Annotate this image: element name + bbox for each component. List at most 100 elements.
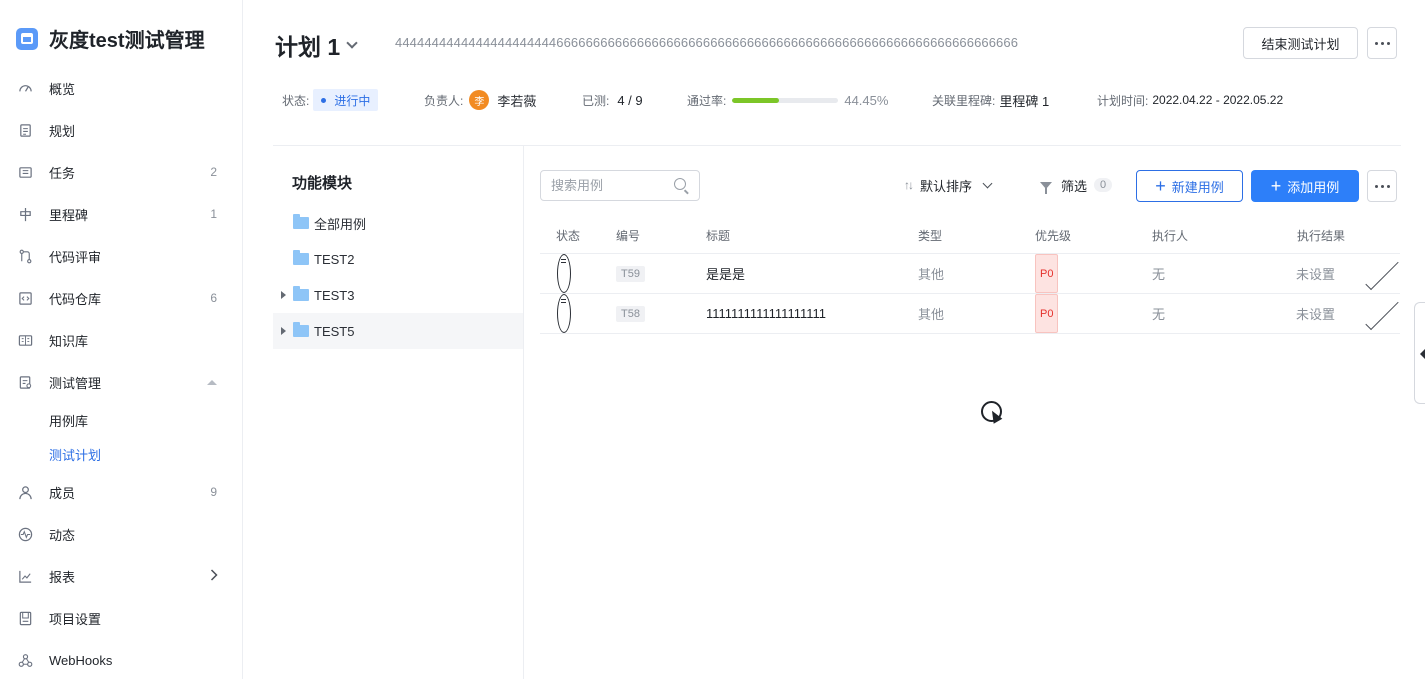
module-item-test2[interactable]: TEST2 bbox=[273, 241, 523, 277]
sidebar-item-members[interactable]: 成员 9 bbox=[0, 471, 242, 513]
sidebar-item-activity[interactable]: 动态 bbox=[0, 513, 242, 555]
side-panel-toggle[interactable] bbox=[1414, 302, 1425, 404]
column-header-title: 标题 bbox=[706, 229, 731, 243]
folder-icon bbox=[293, 322, 309, 337]
project-icon bbox=[16, 27, 38, 50]
filter-button[interactable]: 筛选 0 bbox=[1040, 175, 1113, 195]
tested-field: 已测: 4 / 9 bbox=[582, 89, 643, 111]
sidebar-item-count: 1 bbox=[210, 207, 217, 221]
tested-value: 4 / 9 bbox=[617, 92, 643, 108]
sidebar-item-label: 测试管理 bbox=[49, 375, 102, 391]
chevron-down-icon[interactable] bbox=[1365, 296, 1399, 331]
module-label: TEST5 bbox=[314, 323, 355, 339]
status-badge[interactable]: 进行中 bbox=[313, 89, 379, 111]
case-type: 其他 bbox=[918, 307, 945, 322]
priority-badge: P0 bbox=[1035, 294, 1059, 333]
sidebar-item-label: 代码仓库 bbox=[49, 291, 102, 307]
case-id-tag: T59 bbox=[616, 265, 645, 282]
new-case-button[interactable]: + 新建用例 bbox=[1136, 170, 1243, 202]
sidebar-item-label: 项目设置 bbox=[49, 611, 102, 627]
code-review-icon bbox=[18, 249, 33, 264]
sidebar-item-milestone[interactable]: 里程碑 1 bbox=[0, 193, 242, 235]
sidebar-item-overview[interactable]: 概览 bbox=[0, 67, 242, 109]
caret-right-icon[interactable] bbox=[281, 327, 286, 335]
pass-rate-progress-bar bbox=[732, 97, 839, 103]
caret-right-icon[interactable] bbox=[281, 291, 286, 299]
module-item-all[interactable]: 全部用例 bbox=[273, 205, 523, 241]
more-options-button[interactable] bbox=[1367, 27, 1397, 59]
chevron-up-icon[interactable] bbox=[207, 379, 217, 385]
sidebar-item-code-review[interactable]: 代码评审 bbox=[0, 235, 242, 277]
sidebar-item-count: 2 bbox=[210, 165, 217, 179]
table-header: 状态 编号 标题 类型 优先级 执行人 执行结果 bbox=[540, 218, 1400, 254]
more-icon bbox=[1374, 184, 1390, 188]
column-header-priority: 优先级 bbox=[1035, 229, 1072, 243]
sidebar-item-label: 代码评审 bbox=[49, 249, 102, 265]
activity-icon bbox=[18, 527, 33, 542]
folder-icon bbox=[293, 250, 309, 265]
plan-title: 计划 1 bbox=[275, 34, 341, 60]
sidebar-subitem-test-plan[interactable]: 测试计划 bbox=[0, 437, 242, 471]
chevron-down-icon[interactable] bbox=[1365, 256, 1399, 291]
case-result[interactable]: 未设置 bbox=[1296, 254, 1335, 293]
sidebar-item-reports[interactable]: 报表 bbox=[0, 555, 242, 597]
owner-name[interactable]: 李若薇 bbox=[497, 91, 536, 110]
sidebar-item-label: 知识库 bbox=[49, 333, 89, 349]
column-header-status: 状态 bbox=[556, 229, 581, 243]
plan-time-value: 2022.04.22 - 2022.05.22 bbox=[1152, 93, 1284, 107]
chevron-right-icon[interactable] bbox=[210, 568, 218, 584]
filter-icon bbox=[1040, 181, 1052, 194]
folder-icon bbox=[293, 286, 309, 301]
case-type: 其他 bbox=[918, 267, 945, 282]
case-title[interactable]: 1111111111111111111 bbox=[706, 294, 826, 333]
chevron-down-icon bbox=[982, 178, 993, 188]
table-row[interactable]: T59 是是是 其他 P0 无 未设置 bbox=[540, 254, 1400, 294]
pass-rate-label: 通过率: bbox=[687, 93, 727, 108]
dashboard-icon bbox=[18, 81, 33, 96]
case-assignee[interactable]: 无 bbox=[1152, 294, 1165, 333]
test-icon bbox=[18, 375, 33, 390]
column-header-type: 类型 bbox=[918, 229, 943, 243]
table-row[interactable]: T58 1111111111111111111 其他 P0 无 未设置 bbox=[540, 294, 1400, 334]
sidebar-item-label: 任务 bbox=[49, 165, 76, 181]
case-id-tag: T58 bbox=[616, 305, 645, 322]
sort-dropdown[interactable]: ↑↓ 默认排序 bbox=[904, 175, 993, 195]
table-more-button[interactable] bbox=[1367, 170, 1397, 202]
webhooks-icon bbox=[18, 653, 33, 668]
case-assignee[interactable]: 无 bbox=[1152, 254, 1165, 293]
pass-rate-progress-fill bbox=[732, 97, 780, 103]
plan-title-dropdown[interactable]: 计划 1 bbox=[275, 28, 358, 62]
status-icon[interactable] bbox=[557, 294, 571, 333]
owner-label: 负责人: bbox=[424, 93, 464, 108]
plus-icon: + bbox=[1155, 176, 1166, 196]
end-test-plan-button[interactable]: 结束测试计划 bbox=[1243, 27, 1358, 59]
module-item-test5[interactable]: TEST5 bbox=[273, 313, 523, 349]
plan-icon bbox=[18, 123, 33, 138]
case-result[interactable]: 未设置 bbox=[1296, 294, 1335, 333]
task-icon bbox=[18, 165, 33, 180]
sidebar-item-project-settings[interactable]: 项目设置 bbox=[0, 597, 242, 639]
status-icon[interactable] bbox=[557, 254, 571, 293]
sidebar-item-tasks[interactable]: 任务 2 bbox=[0, 151, 242, 193]
priority-badge: P0 bbox=[1035, 254, 1059, 293]
sidebar-item-label: 动态 bbox=[49, 527, 76, 543]
status-value: 进行中 bbox=[334, 93, 371, 108]
case-title[interactable]: 是是是 bbox=[706, 254, 745, 293]
sidebar-nav: 概览 规划 任务 2 里程碑 1 代码评审 代码仓库 6 知识库 测试管理 用例… bbox=[0, 67, 242, 679]
sidebar-item-label: 概览 bbox=[49, 81, 76, 97]
search-icon[interactable] bbox=[674, 178, 686, 190]
report-icon bbox=[18, 569, 33, 584]
sidebar-item-label: WebHooks bbox=[49, 652, 113, 668]
sidebar-subitem-case-library[interactable]: 用例库 bbox=[0, 403, 242, 437]
milestone-value[interactable]: 里程碑 1 bbox=[999, 91, 1049, 110]
sidebar-item-plan[interactable]: 规划 bbox=[0, 109, 242, 151]
sidebar-item-wiki[interactable]: 知识库 bbox=[0, 319, 242, 361]
module-item-test3[interactable]: TEST3 bbox=[273, 277, 523, 313]
mouse-cursor-icon bbox=[981, 401, 1002, 422]
sort-label: 默认排序 bbox=[920, 178, 973, 194]
add-case-button[interactable]: + 添加用例 bbox=[1251, 170, 1359, 202]
sidebar-item-test-management[interactable]: 测试管理 bbox=[0, 361, 242, 403]
project-header[interactable]: 灰度test测试管理 bbox=[16, 24, 205, 53]
sidebar-item-webhooks[interactable]: WebHooks bbox=[0, 639, 242, 679]
sidebar-item-repo[interactable]: 代码仓库 6 bbox=[0, 277, 242, 319]
